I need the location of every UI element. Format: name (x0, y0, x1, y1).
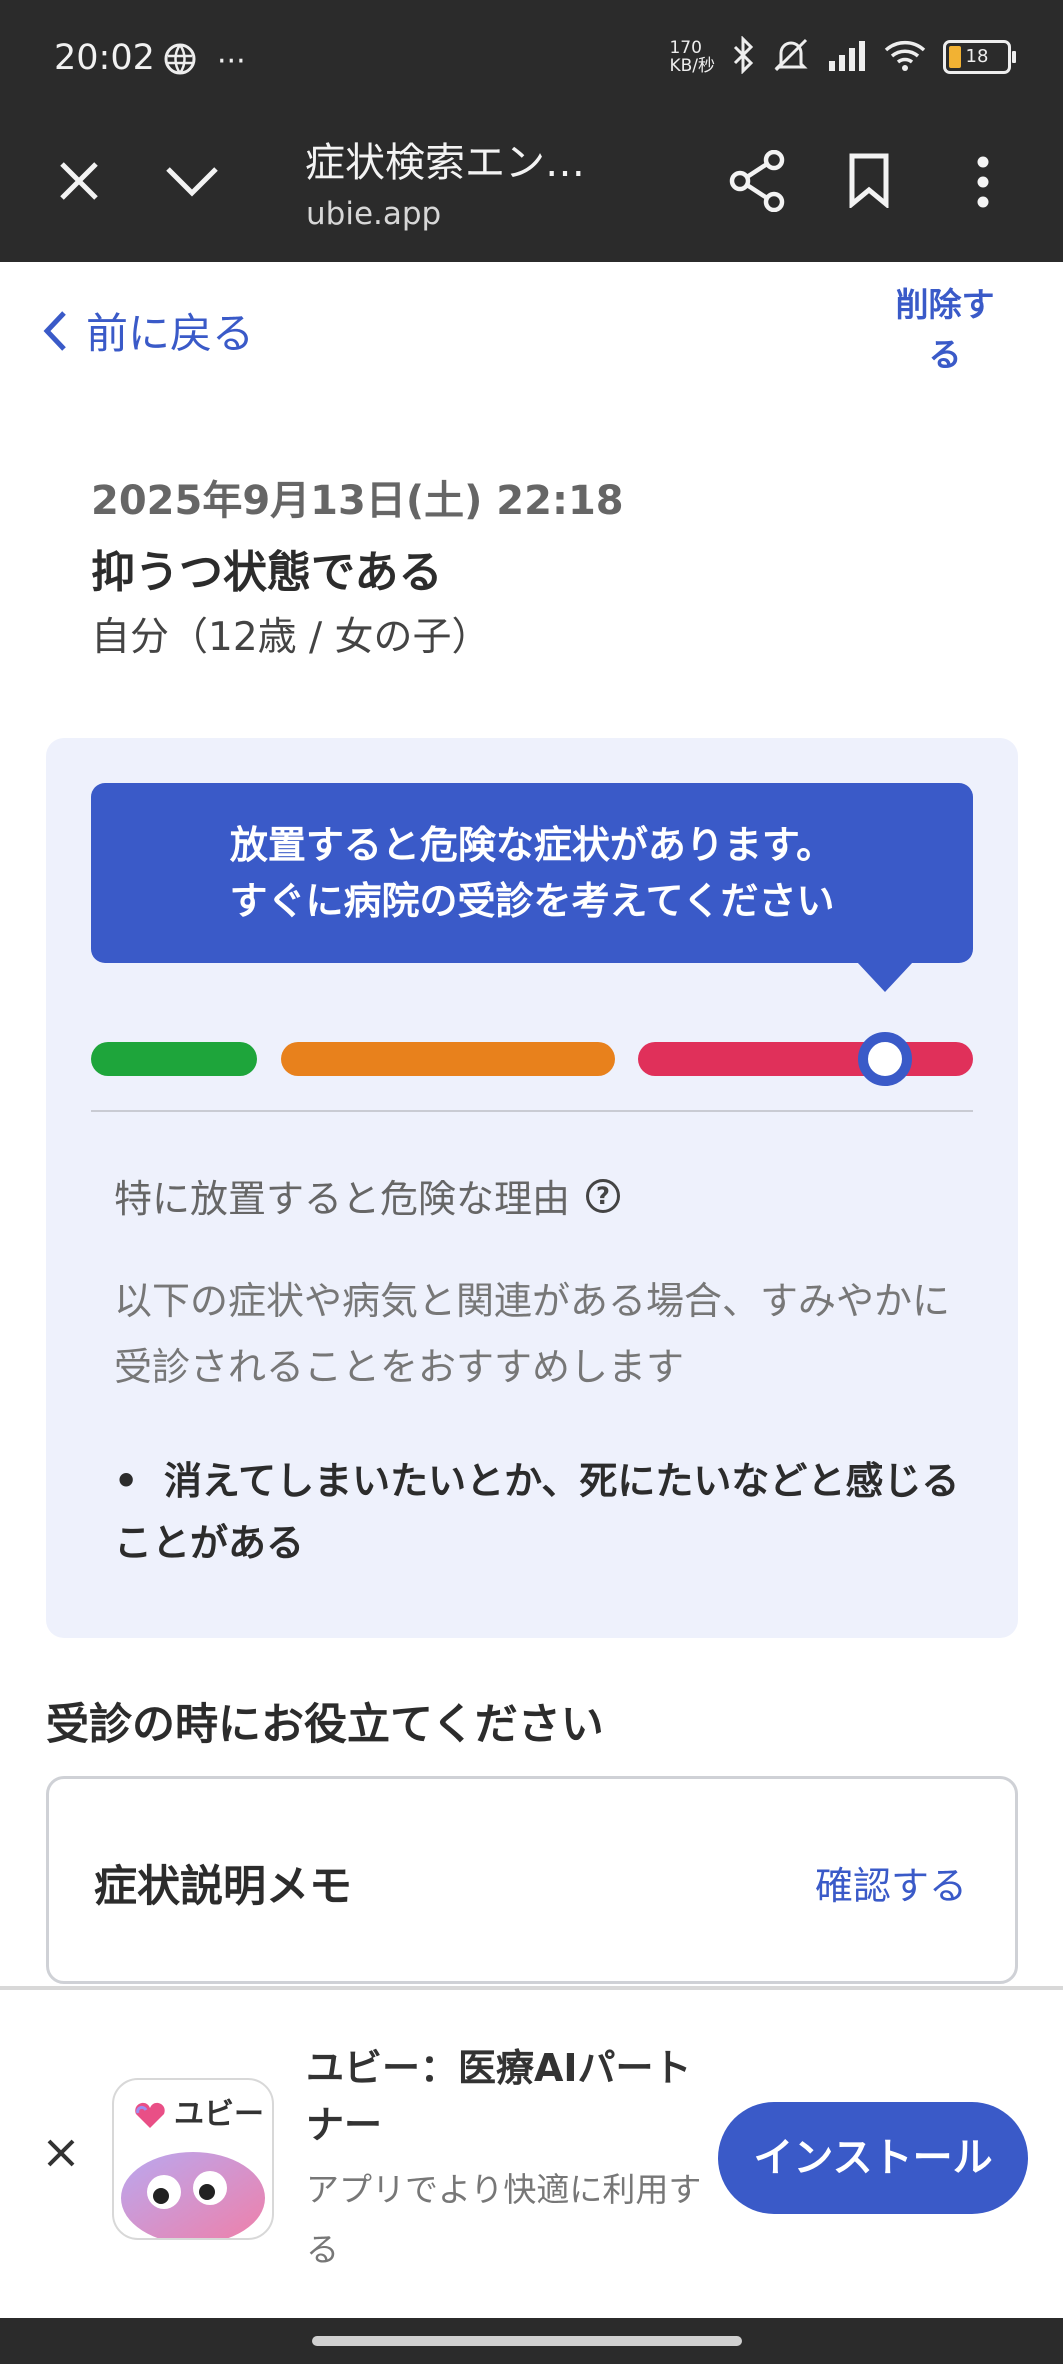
chevron-left-icon (43, 310, 66, 351)
install-button[interactable]: インストール (718, 2102, 1028, 2214)
app-subtitle: アプリでより快適に利用する (306, 2170, 702, 2269)
result-datetime: 2025年9月13日(土) 22:18 (91, 478, 624, 524)
memo-label: 症状説明メモ (94, 1862, 352, 1912)
bluetooth-icon (731, 35, 755, 78)
net-speed: 170 KB/秒 (669, 38, 715, 76)
battery-icon: 18 (943, 40, 1016, 74)
svg-text:ユビー: ユビー (174, 2097, 264, 2132)
status-bar: 20:02 ··· 170 KB/秒 18 (0, 0, 1063, 124)
silent-mode-icon (771, 36, 811, 78)
memo-confirm-link[interactable]: 確認する (815, 1855, 967, 1910)
urgency-level-low (91, 1042, 257, 1076)
reason-description: 以下の症状や病気と関連がある場合、すみやかに受診されることをおすすめします (114, 1279, 951, 1389)
back-label: 前に戻る (86, 309, 255, 358)
browser-url[interactable]: ubie.app (306, 196, 441, 232)
patient-info: 自分（12歳 / 女の子） (91, 615, 491, 660)
divider (91, 1110, 973, 1112)
delete-button[interactable]: 削除する (886, 280, 1004, 380)
wifi-icon (883, 38, 927, 76)
app-logo: ユビー (112, 2078, 274, 2240)
app-install-banner: ユビー ユビー：医療AIパートナー アプリでより快適に利用する インストール (0, 1986, 1063, 2322)
share-icon[interactable] (728, 150, 786, 212)
vpn-globe-icon (163, 42, 197, 80)
status-time: 20:02 (54, 38, 155, 78)
page-title: 抑うつ状態である (91, 547, 443, 598)
more-vert-icon[interactable] (975, 156, 991, 208)
more-status-icon: ··· (217, 43, 246, 79)
browser-page-title[interactable]: 症状検索エン… (305, 130, 585, 188)
bookmark-icon[interactable] (848, 152, 890, 208)
chevron-down-icon[interactable] (164, 164, 220, 198)
symptom-memo-card[interactable]: 症状説明メモ 確認する (46, 1776, 1018, 1984)
urgency-card: 放置すると危険な症状があります。 すぐに病院の受診を考えてください 特に放置する… (46, 738, 1018, 1638)
urgency-alert: 放置すると危険な症状があります。 すぐに病院の受診を考えてください (91, 783, 973, 963)
back-button[interactable]: 前に戻る (42, 300, 254, 361)
close-banner-icon[interactable] (44, 2136, 78, 2170)
urgency-level-high (638, 1042, 973, 1076)
help-icon[interactable]: ? (586, 1178, 621, 1213)
system-nav-bar (0, 2318, 1063, 2364)
help-section-heading: 受診の時にお役立てください (46, 1700, 604, 1750)
home-indicator[interactable] (312, 2336, 742, 2346)
signal-icon (827, 39, 867, 75)
app-name: ユビー：医療AIパートナー (306, 2046, 692, 2147)
reason-heading: 特に放置すると危険な理由 ? (114, 1168, 621, 1223)
reason-list-item: • 消えてしまいたいとか、死にたいなどと感じることがある (114, 1459, 960, 1565)
urgency-level-medium (281, 1042, 615, 1076)
close-icon[interactable] (58, 160, 100, 202)
alert-bubble-tail (857, 962, 913, 992)
urgency-level-marker (858, 1032, 912, 1086)
